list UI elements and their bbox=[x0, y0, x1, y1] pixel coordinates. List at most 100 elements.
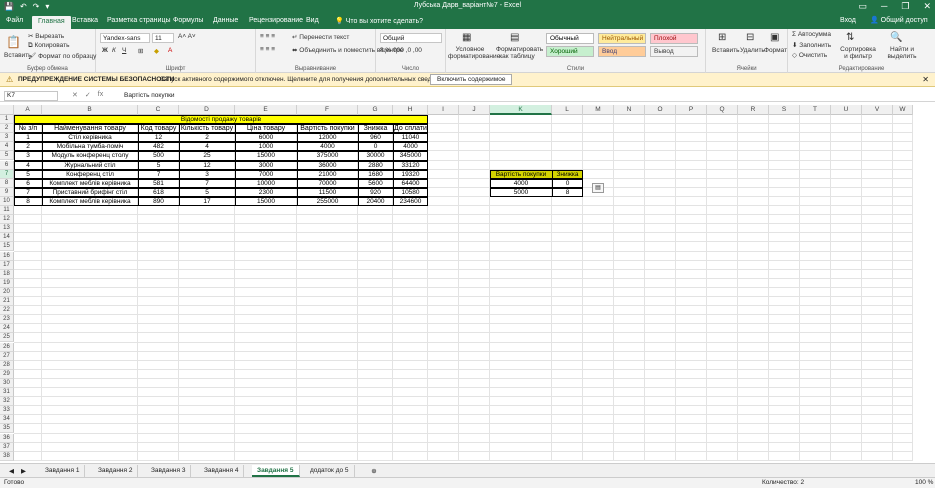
row-header-12[interactable]: 12 bbox=[0, 215, 14, 225]
tell-me-search[interactable]: 💡 Что вы хотите сделать? bbox=[335, 17, 423, 25]
insert-function-icon[interactable]: fx bbox=[98, 91, 103, 99]
row-header-37[interactable]: 37 bbox=[0, 442, 14, 452]
row-header-23[interactable]: 23 bbox=[0, 315, 14, 325]
quick-analysis-icon[interactable]: ▤ bbox=[592, 183, 604, 193]
name-box[interactable]: K7 bbox=[4, 91, 58, 101]
row-header-8[interactable]: 8 bbox=[0, 178, 14, 188]
row-header-15[interactable]: 15 bbox=[0, 242, 14, 252]
sort-filter-button[interactable]: Сортировка и фильтр bbox=[840, 46, 876, 60]
row-header-11[interactable]: 11 bbox=[0, 206, 14, 216]
tab-data[interactable]: Данные bbox=[213, 17, 238, 24]
row-header-27[interactable]: 27 bbox=[0, 351, 14, 361]
wrap-text-button[interactable]: ↵ Перенести текст bbox=[292, 33, 349, 41]
column-header-G[interactable]: G bbox=[358, 105, 393, 115]
sheet-tab[interactable]: Завдання 5 bbox=[252, 465, 300, 477]
conditional-format-button[interactable]: Условное форматирование bbox=[448, 46, 500, 60]
style-normal[interactable]: Обычный bbox=[546, 33, 594, 44]
row-header-28[interactable]: 28 bbox=[0, 360, 14, 370]
tab-page-layout[interactable]: Разметка страницы bbox=[107, 17, 171, 24]
formula-input[interactable]: Вартість покупки bbox=[124, 92, 175, 99]
fill-button[interactable]: ⬇ Заполнить bbox=[792, 41, 831, 49]
row-header-36[interactable]: 36 bbox=[0, 433, 14, 443]
column-header-H[interactable]: H bbox=[393, 105, 428, 115]
format-cells-icon[interactable]: ▣ bbox=[770, 32, 779, 43]
row-header-20[interactable]: 20 bbox=[0, 287, 14, 297]
tab-review[interactable]: Рецензирование bbox=[249, 17, 303, 24]
sheet-tab[interactable]: Завдання 1 bbox=[40, 465, 86, 477]
underline-icon[interactable]: Ч bbox=[122, 47, 126, 54]
row-header-13[interactable]: 13 bbox=[0, 224, 14, 234]
font-name-select[interactable]: Yandex-sans bbox=[100, 33, 150, 43]
tab-formulas[interactable]: Формулы bbox=[173, 17, 203, 24]
tab-home[interactable]: Главная bbox=[32, 16, 71, 29]
style-bad[interactable]: Плохой bbox=[650, 33, 698, 44]
column-header-E[interactable]: E bbox=[235, 105, 297, 115]
column-header-W[interactable]: W bbox=[893, 105, 913, 115]
row-header-17[interactable]: 17 bbox=[0, 260, 14, 270]
autosum-button[interactable]: Σ Автосумма bbox=[792, 31, 831, 38]
row-header-2[interactable]: 2 bbox=[0, 124, 14, 134]
share-button[interactable]: 👤 Общий доступ bbox=[870, 16, 928, 24]
restore-icon[interactable]: ❐ bbox=[901, 1, 909, 12]
column-header-V[interactable]: V bbox=[862, 105, 893, 115]
tab-insert[interactable]: Вставка bbox=[72, 17, 98, 24]
sort-filter-icon[interactable]: ⇅ bbox=[846, 32, 854, 43]
delete-cells-icon[interactable]: ⊟ bbox=[746, 32, 754, 43]
row-header-16[interactable]: 16 bbox=[0, 251, 14, 261]
row-header-25[interactable]: 25 bbox=[0, 333, 14, 343]
row-header-30[interactable]: 30 bbox=[0, 378, 14, 388]
font-color-icon[interactable]: A bbox=[168, 47, 172, 54]
sheet-tab[interactable]: додаток до 5 bbox=[305, 465, 355, 477]
row-header-32[interactable]: 32 bbox=[0, 397, 14, 407]
find-select-button[interactable]: Найти и выделить bbox=[884, 46, 920, 60]
cancel-icon[interactable]: ✕ bbox=[72, 91, 78, 99]
row-header-3[interactable]: 3 bbox=[0, 133, 14, 143]
tab-file[interactable]: Файл bbox=[6, 17, 23, 24]
column-header-U[interactable]: U bbox=[831, 105, 862, 115]
column-header-A[interactable]: A bbox=[14, 105, 42, 115]
column-header-O[interactable]: O bbox=[645, 105, 676, 115]
sheet-tab[interactable]: Завдання 4 bbox=[199, 465, 245, 477]
copy-button[interactable]: ⧉ Копировать bbox=[28, 42, 69, 50]
column-header-B[interactable]: B bbox=[42, 105, 138, 115]
delete-cells-button[interactable]: Удалить bbox=[740, 47, 765, 54]
minimize-icon[interactable]: ─ bbox=[881, 1, 887, 12]
style-output[interactable]: Вывод bbox=[650, 46, 698, 57]
enter-icon[interactable]: ✓ bbox=[85, 91, 91, 99]
style-neutral[interactable]: Нейтральный bbox=[598, 33, 646, 44]
close-icon[interactable]: ✕ bbox=[922, 75, 929, 84]
insert-cells-button[interactable]: Вставить bbox=[712, 47, 740, 54]
row-header-21[interactable]: 21 bbox=[0, 297, 14, 307]
row-header-14[interactable]: 14 bbox=[0, 233, 14, 243]
column-header-C[interactable]: C bbox=[138, 105, 179, 115]
column-header-N[interactable]: N bbox=[614, 105, 645, 115]
sheet-tab[interactable]: Завдання 3 bbox=[146, 465, 192, 477]
ribbon-display-icon[interactable]: ▭ bbox=[858, 1, 867, 12]
row-header-19[interactable]: 19 bbox=[0, 278, 14, 288]
row-header-18[interactable]: 18 bbox=[0, 269, 14, 279]
row-header-29[interactable]: 29 bbox=[0, 369, 14, 379]
insert-cells-icon[interactable]: ⊞ bbox=[718, 32, 726, 43]
column-header-P[interactable]: P bbox=[676, 105, 707, 115]
fill-color-icon[interactable]: ◆ bbox=[154, 47, 159, 55]
column-header-I[interactable]: I bbox=[428, 105, 459, 115]
close-icon[interactable]: ✕ bbox=[923, 1, 931, 12]
row-header-24[interactable]: 24 bbox=[0, 324, 14, 334]
align-top-icon[interactable]: ≡ ≡ ≡ bbox=[260, 33, 275, 40]
row-header-10[interactable]: 10 bbox=[0, 196, 14, 206]
conditional-format-icon[interactable]: ▦ bbox=[462, 32, 471, 43]
row-header-9[interactable]: 9 bbox=[0, 187, 14, 197]
column-header-K[interactable]: K bbox=[490, 105, 552, 115]
row-header-26[interactable]: 26 bbox=[0, 342, 14, 352]
row-header-34[interactable]: 34 bbox=[0, 415, 14, 425]
sign-in-link[interactable]: Вход bbox=[840, 17, 856, 24]
sheet-tab[interactable]: Завдання 2 bbox=[93, 465, 139, 477]
column-header-S[interactable]: S bbox=[769, 105, 800, 115]
bold-icon[interactable]: Ж bbox=[102, 47, 108, 54]
column-header-Q[interactable]: Q bbox=[707, 105, 738, 115]
next-sheet-icon[interactable]: ▶ bbox=[16, 465, 31, 477]
add-sheet-icon[interactable]: ⊕ bbox=[366, 465, 382, 477]
currency-icon[interactable]: ₴ % 000 ,0 ,00 bbox=[380, 47, 422, 54]
column-header-J[interactable]: J bbox=[459, 105, 490, 115]
enable-content-button[interactable]: Включить содержимое bbox=[430, 74, 513, 85]
